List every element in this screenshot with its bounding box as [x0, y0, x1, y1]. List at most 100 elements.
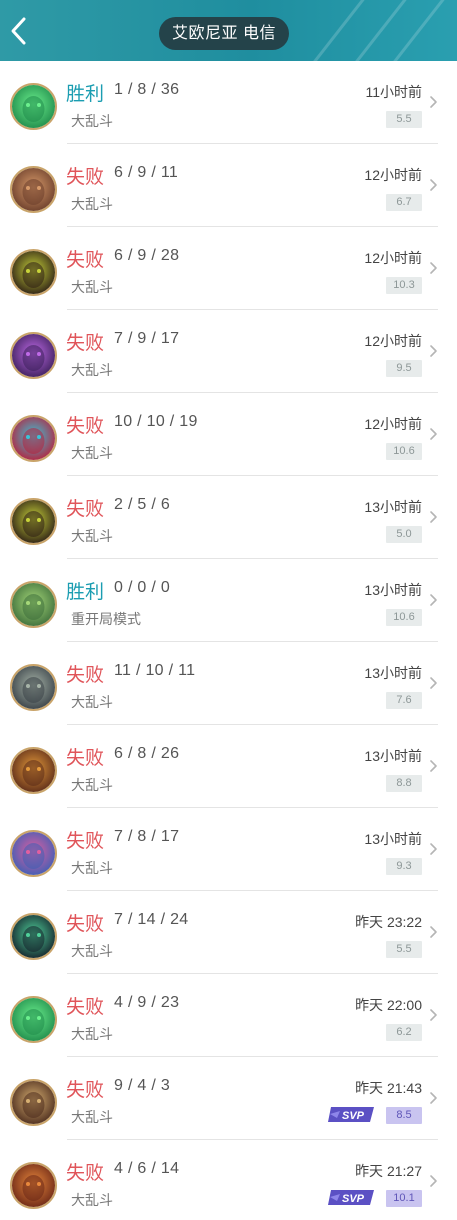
match-score: 10.6 — [386, 609, 422, 626]
match-result: 失败 — [66, 748, 105, 769]
match-score: 6.7 — [386, 194, 422, 211]
chevron-right-icon — [430, 345, 437, 357]
game-mode: 大乱斗 — [71, 860, 113, 876]
game-mode: 大乱斗 — [71, 196, 113, 212]
kda-stats: 2 / 5 / 6 — [114, 496, 171, 513]
game-mode: 大乱斗 — [71, 528, 113, 544]
match-result: 失败 — [66, 997, 105, 1018]
champion-avatar — [10, 1079, 57, 1126]
match-time: 12小时前 — [364, 416, 422, 432]
kda-stats: 11 / 10 / 11 — [114, 662, 196, 679]
match-result: 失败 — [66, 499, 105, 520]
match-result: 失败 — [66, 333, 105, 354]
champion-portrait-icon — [12, 749, 55, 792]
kda-stats: 7 / 14 / 24 — [114, 911, 189, 928]
match-result: 失败 — [66, 167, 105, 188]
match-result: 失败 — [66, 416, 105, 437]
match-row[interactable]: 失败 4 / 6 / 14 大乱斗 昨天 21:27 SVP 10.1 — [0, 1140, 457, 1220]
match-result: 胜利 — [66, 84, 105, 105]
header-decoration — [329, 0, 418, 61]
match-time: 昨天 21:43 — [355, 1080, 422, 1096]
match-score: 8.5 — [386, 1107, 422, 1124]
game-mode: 大乱斗 — [71, 1192, 113, 1208]
game-mode: 大乱斗 — [71, 113, 113, 129]
chevron-right-icon — [430, 843, 437, 855]
game-mode: 大乱斗 — [71, 1109, 113, 1125]
match-score: 10.1 — [386, 1190, 422, 1207]
game-mode: 重开局模式 — [71, 611, 141, 627]
match-row[interactable]: 失败 11 / 10 / 11 大乱斗 13小时前 7.6 — [0, 642, 457, 725]
match-result: 胜利 — [66, 582, 105, 603]
champion-avatar — [10, 830, 57, 877]
match-row[interactable]: 失败 7 / 9 / 17 大乱斗 12小时前 9.5 — [0, 310, 457, 393]
match-time: 13小时前 — [364, 665, 422, 681]
champion-portrait-icon — [12, 915, 55, 958]
champion-avatar — [10, 1162, 57, 1209]
kda-stats: 0 / 0 / 0 — [114, 579, 171, 596]
match-score: 9.5 — [386, 360, 422, 377]
chevron-right-icon — [430, 926, 437, 938]
kda-stats: 6 / 9 / 11 — [114, 164, 179, 181]
champion-portrait-icon — [12, 583, 55, 626]
champion-portrait-icon — [12, 1081, 55, 1124]
kda-stats: 9 / 4 / 3 — [114, 1077, 171, 1094]
match-time: 昨天 21:27 — [355, 1163, 422, 1179]
match-time: 13小时前 — [364, 748, 422, 764]
chevron-right-icon — [430, 760, 437, 772]
game-mode: 大乱斗 — [71, 362, 113, 378]
match-row[interactable]: 胜利 0 / 0 / 0 重开局模式 13小时前 10.6 — [0, 559, 457, 642]
champion-avatar — [10, 664, 57, 711]
match-result: 失败 — [66, 1080, 105, 1101]
match-row[interactable]: 失败 10 / 10 / 19 大乱斗 12小时前 10.6 — [0, 393, 457, 476]
svp-label: SVP — [342, 1110, 365, 1122]
kda-stats: 6 / 8 / 26 — [114, 745, 180, 762]
match-row[interactable]: 失败 6 / 9 / 11 大乱斗 12小时前 6.7 — [0, 144, 457, 227]
match-row[interactable]: 胜利 1 / 8 / 36 大乱斗 11小时前 5.5 — [0, 61, 457, 144]
chevron-right-icon — [430, 511, 437, 523]
champion-portrait-icon — [12, 666, 55, 709]
champion-portrait-icon — [12, 500, 55, 543]
game-mode: 大乱斗 — [71, 694, 113, 710]
match-result: 失败 — [66, 914, 105, 935]
match-score: 5.5 — [386, 111, 422, 128]
match-score: 5.0 — [386, 526, 422, 543]
match-row[interactable]: 失败 2 / 5 / 6 大乱斗 13小时前 5.0 — [0, 476, 457, 559]
chevron-right-icon — [430, 677, 437, 689]
match-row[interactable]: 失败 9 / 4 / 3 大乱斗 昨天 21:43 SVP 8.5 — [0, 1057, 457, 1140]
match-time: 12小时前 — [364, 333, 422, 349]
game-mode: 大乱斗 — [71, 777, 113, 793]
match-time: 13小时前 — [364, 499, 422, 515]
match-row[interactable]: 失败 4 / 9 / 23 大乱斗 昨天 22:00 6.2 — [0, 974, 457, 1057]
chevron-right-icon — [430, 428, 437, 440]
match-row[interactable]: 失败 6 / 9 / 28 大乱斗 12小时前 10.3 — [0, 227, 457, 310]
server-selector[interactable]: 艾欧尼亚 电信 — [159, 17, 289, 50]
champion-portrait-icon — [12, 85, 55, 128]
champion-portrait-icon — [12, 417, 55, 460]
svp-label: SVP — [342, 1193, 365, 1205]
champion-avatar — [10, 249, 57, 296]
match-time: 13小时前 — [364, 582, 422, 598]
chevron-right-icon — [430, 262, 437, 274]
match-history-list: 胜利 1 / 8 / 36 大乱斗 11小时前 5.5 失败 6 / 9 / 1… — [0, 61, 457, 1220]
kda-stats: 7 / 9 / 17 — [114, 330, 180, 347]
match-score: 7.6 — [386, 692, 422, 709]
match-row[interactable]: 失败 6 / 8 / 26 大乱斗 13小时前 8.8 — [0, 725, 457, 808]
match-score: 9.3 — [386, 858, 422, 875]
match-time: 昨天 22:00 — [355, 997, 422, 1013]
champion-avatar — [10, 498, 57, 545]
chevron-right-icon — [430, 1175, 437, 1187]
kda-stats: 10 / 10 / 19 — [114, 413, 198, 430]
kda-stats: 6 / 9 / 28 — [114, 247, 180, 264]
back-arrow-icon[interactable] — [6, 14, 32, 48]
match-row[interactable]: 失败 7 / 14 / 24 大乱斗 昨天 23:22 5.5 — [0, 891, 457, 974]
champion-portrait-icon — [12, 1164, 55, 1207]
match-row[interactable]: 失败 7 / 8 / 17 大乱斗 13小时前 9.3 — [0, 808, 457, 891]
match-time: 12小时前 — [364, 167, 422, 183]
champion-portrait-icon — [12, 168, 55, 211]
game-mode: 大乱斗 — [71, 445, 113, 461]
chevron-right-icon — [430, 96, 437, 108]
champion-portrait-icon — [12, 251, 55, 294]
match-result: 失败 — [66, 1163, 105, 1184]
champion-portrait-icon — [12, 998, 55, 1041]
match-result: 失败 — [66, 831, 105, 852]
